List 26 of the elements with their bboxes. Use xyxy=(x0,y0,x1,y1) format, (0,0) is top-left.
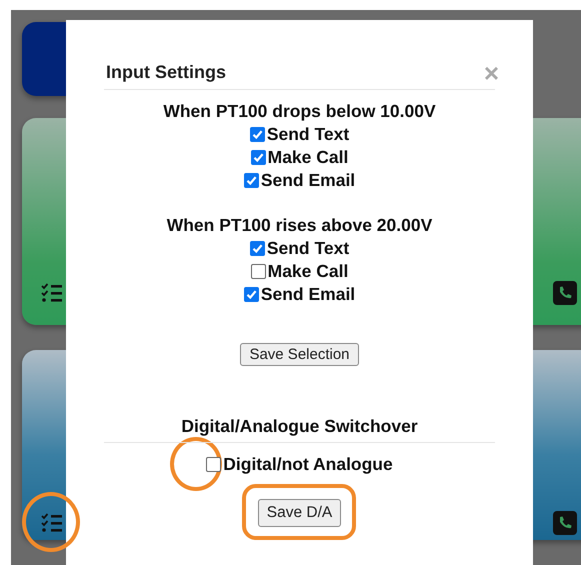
phone-icon[interactable] xyxy=(553,281,577,305)
checkbox-label: Send Text xyxy=(266,123,350,146)
checkbox[interactable] xyxy=(250,127,265,142)
rule-heading: When PT100 drops below 10.00V xyxy=(163,100,436,123)
checkbox[interactable] xyxy=(250,241,265,256)
checkbox-label: Send Email xyxy=(260,283,356,306)
checkbox[interactable] xyxy=(250,150,266,165)
checkbox-label: Send Text xyxy=(266,237,350,260)
highlight-ring xyxy=(22,492,80,552)
checkbox-label: Make Call xyxy=(268,260,348,283)
section-heading: Digital/Analogue Switchover xyxy=(104,415,495,443)
checkbox[interactable] xyxy=(206,457,222,472)
phone-icon[interactable] xyxy=(553,511,577,535)
checkbox-label: Send Email xyxy=(260,169,356,192)
rule-heading: When PT100 rises above 20.00V xyxy=(166,214,432,237)
checklist-icon[interactable] xyxy=(41,513,63,533)
checkbox[interactable] xyxy=(250,264,266,279)
checkbox[interactable] xyxy=(244,173,259,188)
save-button[interactable]: Save D/A xyxy=(258,499,342,527)
save-selection-button[interactable]: Save Selection xyxy=(240,343,359,366)
checkbox-label: Digital/not Analogue xyxy=(223,453,393,476)
checkbox-label: Make Call xyxy=(268,146,348,169)
highlight-ring xyxy=(170,437,222,491)
checklist-icon[interactable] xyxy=(41,283,63,303)
dialog-title: Input Settings xyxy=(106,62,226,83)
checkbox[interactable] xyxy=(244,287,259,302)
